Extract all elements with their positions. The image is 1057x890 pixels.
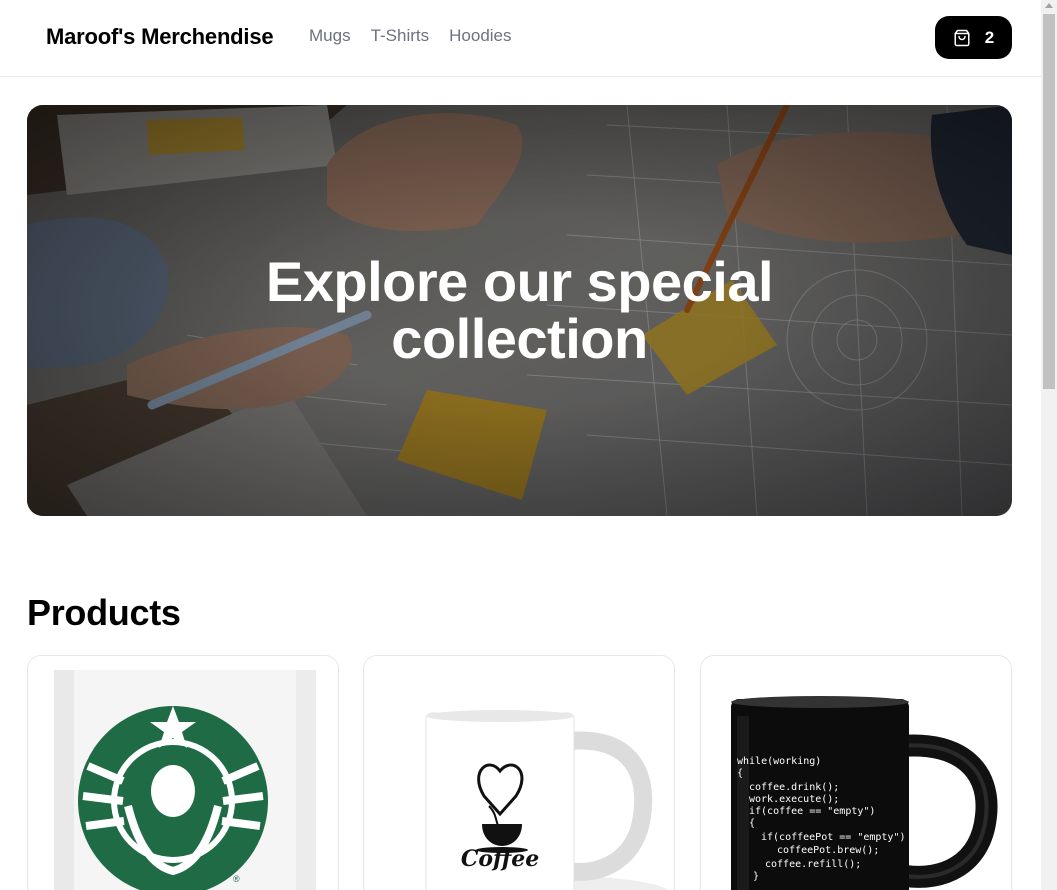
hero-banner: Explore our special collection <box>27 105 1012 516</box>
scroll-up-arrow-icon[interactable] <box>1045 3 1053 8</box>
nav-link-hoodies[interactable]: Hoodies <box>449 26 511 46</box>
shopping-bag-icon <box>954 29 970 46</box>
site-header: Maroof's Merchendise Mugs T-Shirts Hoodi… <box>0 0 1041 77</box>
product-card-3[interactable]: while(working) { coffee.drink(); work.ex… <box>700 655 1012 890</box>
brand-logo-text[interactable]: Maroof's Merchendise <box>46 24 274 50</box>
hero-title-line-2: collection <box>391 307 648 370</box>
coffee-heart-mug-image: Coffee <box>364 656 674 890</box>
code-line-10: } <box>753 871 759 882</box>
code-line-3: coffee.drink(); <box>749 782 839 793</box>
code-line-8: coffeePot.brew(); <box>777 845 879 856</box>
code-line-1: while(working) <box>737 756 821 767</box>
product-card-2[interactable]: Coffee <box>363 655 675 890</box>
nav-link-mugs[interactable]: Mugs <box>309 26 351 46</box>
nav-link-t-shirts[interactable]: T-Shirts <box>371 26 430 46</box>
page-scrollbar[interactable] <box>1041 0 1057 890</box>
code-line-9: coffee.refill(); <box>765 859 861 870</box>
page: Maroof's Merchendise Mugs T-Shirts Hoodi… <box>0 0 1041 890</box>
code-line-7: if(coffeePot == "empty") <box>761 832 906 843</box>
hero-title-line-1: Explore our special <box>265 250 774 313</box>
code-line-5: if(coffee == "empty") <box>749 806 875 817</box>
cart-button[interactable]: 2 <box>935 16 1012 59</box>
main-nav: Mugs T-Shirts Hoodies <box>309 26 512 46</box>
mug-print-text: Coffee <box>461 846 539 872</box>
products-heading: Products <box>27 592 181 633</box>
code-line-2: { <box>737 768 743 779</box>
svg-text:®: ® <box>233 874 240 884</box>
scrollbar-thumb[interactable] <box>1043 14 1055 389</box>
cart-count: 2 <box>984 27 995 47</box>
product-card-1[interactable]: ® <box>27 655 339 890</box>
code-line-6: { <box>749 818 755 829</box>
hero-title: Explore our special collection <box>27 253 1012 367</box>
starbucks-mug-image: ® <box>28 656 338 890</box>
code-line-4: work.execute(); <box>749 794 839 805</box>
code-coffee-mug-image: while(working) { coffee.drink(); work.ex… <box>701 656 1011 890</box>
